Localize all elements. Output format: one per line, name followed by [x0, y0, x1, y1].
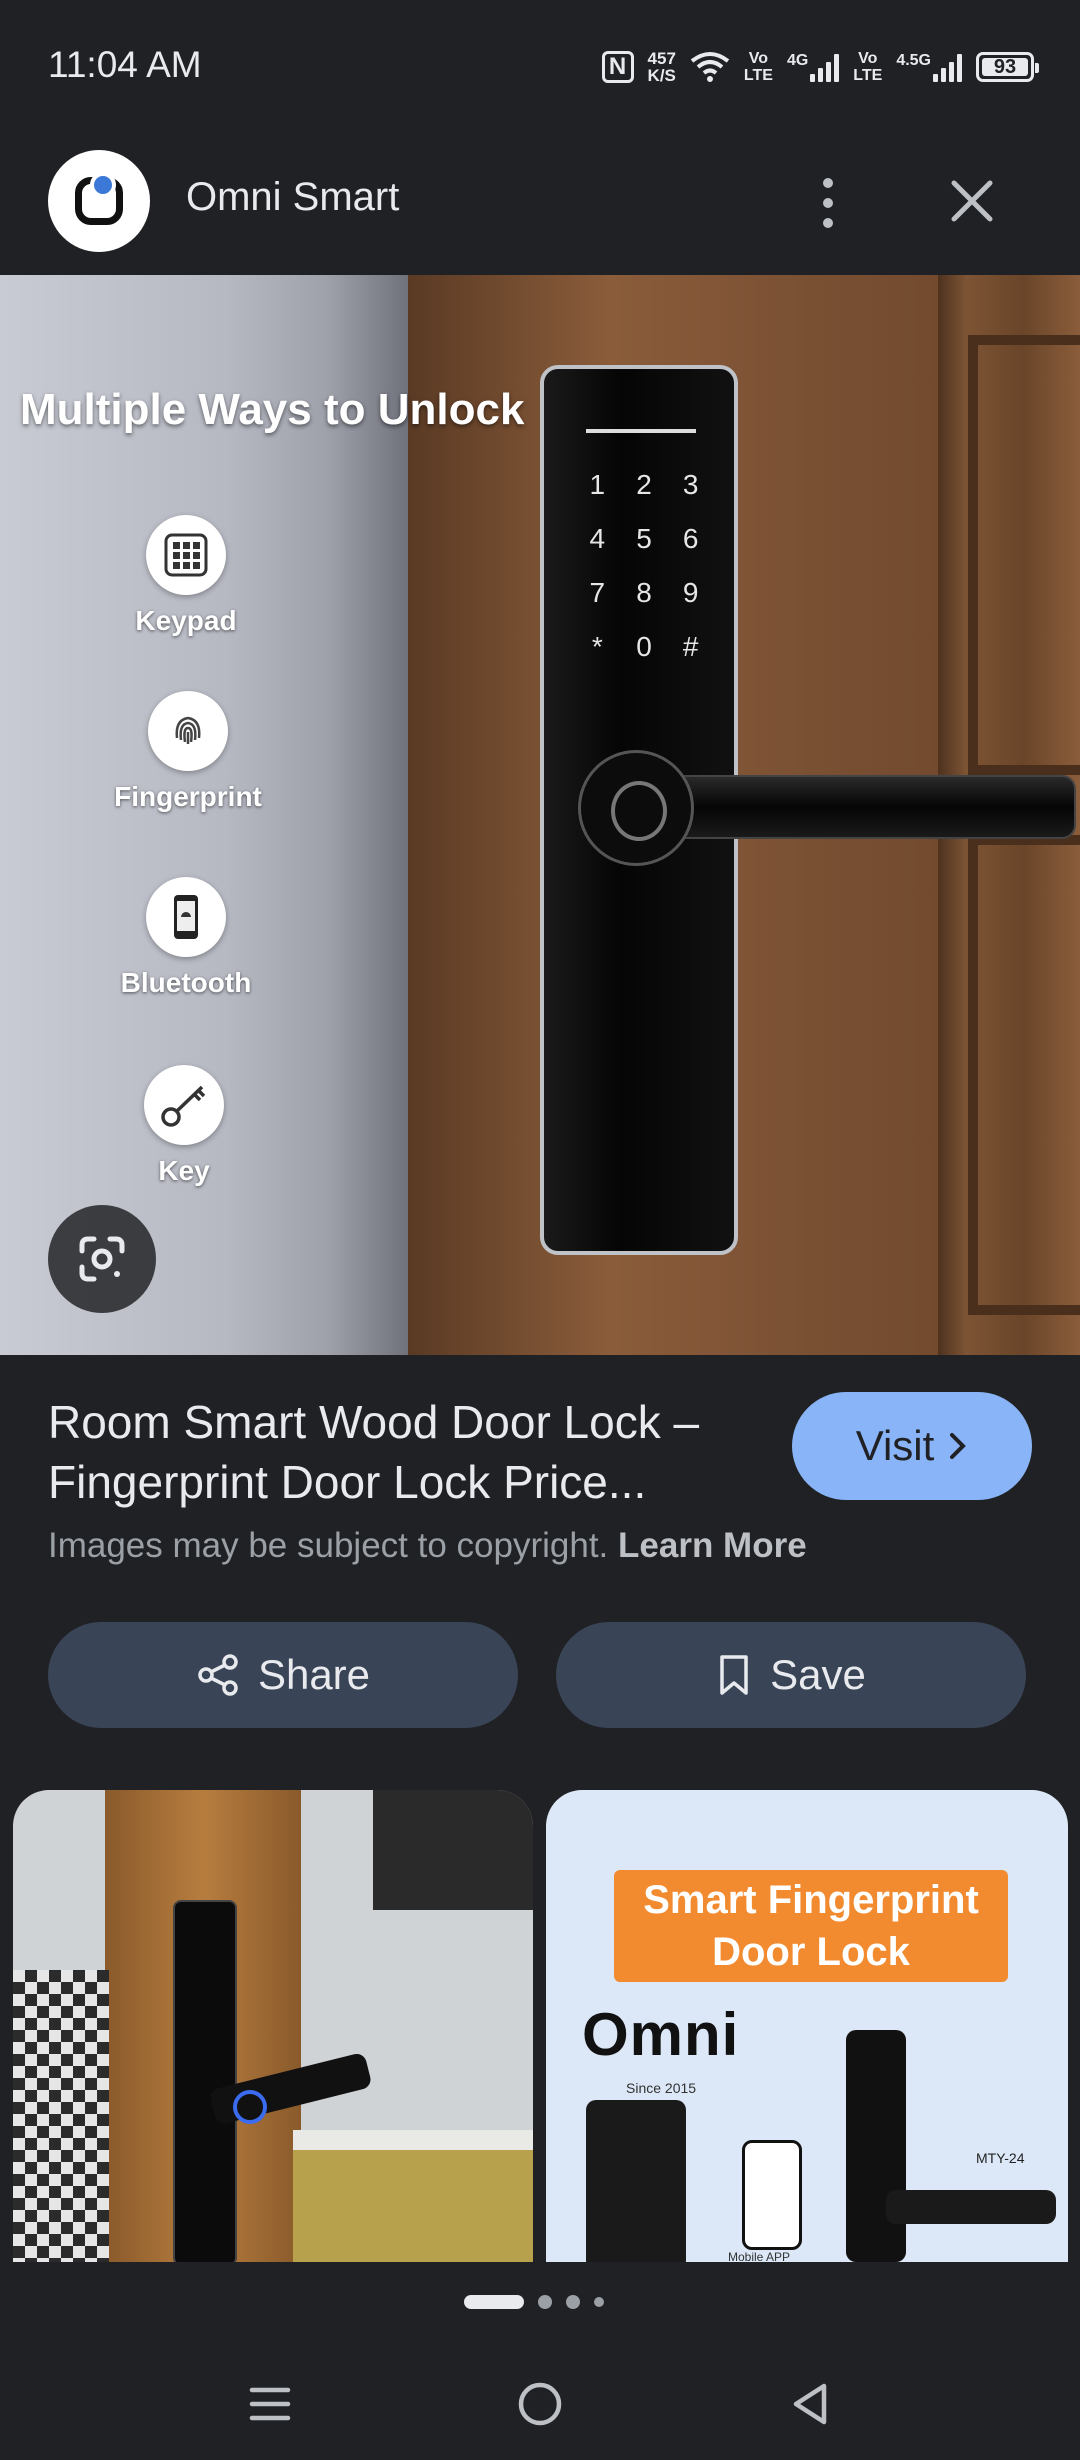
lock-fingerprint-reader [578, 750, 694, 866]
google-lens-button[interactable] [48, 1205, 156, 1313]
fingerprint-icon [148, 691, 228, 771]
more-vert-icon [823, 178, 833, 188]
back-button[interactable] [770, 2364, 850, 2444]
more-options-button[interactable] [808, 165, 848, 241]
status-time: 11:04 AM [48, 44, 202, 85]
related-banner: Smart Fingerprint Door Lock [614, 1870, 1008, 1982]
key-icon [144, 1065, 224, 1145]
unlock-method-bluetooth: Bluetooth [106, 877, 266, 999]
volte-icon-2: Vo LTE [853, 50, 882, 84]
unlock-method-fingerprint: Fingerprint [108, 691, 268, 813]
network-type-4g: 4G [786, 52, 809, 69]
signal-bars-icon [810, 52, 840, 82]
learn-more-link[interactable]: Learn More [618, 1526, 807, 1565]
site-logo-icon[interactable] [48, 150, 150, 252]
banner-line-2: Door Lock [712, 1930, 910, 1974]
related-device-1 [586, 2100, 686, 2262]
page-dot [594, 2297, 604, 2307]
keypad-icon [146, 515, 226, 595]
copyright-notice: Images may be subject to copyright. Lear… [48, 1526, 807, 1566]
network-type-45g: 4.5G [896, 52, 931, 69]
battery-level: 93 [993, 55, 1017, 78]
related-brand: Omni [582, 2001, 740, 2068]
unlock-label-key: Key [158, 1155, 210, 1186]
image-headline: Multiple Ways to Unlock [20, 385, 525, 434]
page-dot [538, 2295, 552, 2309]
status-bar: 11:04 AM N 457 K/S Vo LTE 4G Vo LTE 4.5G [0, 0, 1080, 135]
close-button[interactable] [940, 169, 1004, 233]
keypad-key: 8 [636, 577, 652, 608]
keypad-key: 3 [682, 469, 699, 500]
main-image[interactable]: Multiple Ways to Unlock Keypad Fingerpri… [0, 275, 1080, 1355]
keypad-key: 7 [589, 577, 606, 608]
menu-icon [249, 2387, 291, 2421]
site-name[interactable]: Omni Smart [186, 175, 399, 220]
volte-1-bottom: LTE [743, 67, 773, 84]
copyright-text: Images may be subject to copyright. [48, 1526, 609, 1565]
lock-sensor-line [586, 429, 696, 433]
keypad-key: 5 [636, 523, 652, 554]
keypad-key: 1 [589, 469, 606, 500]
volte-2-bottom: LTE [853, 67, 883, 84]
chevron-right-icon [950, 1433, 967, 1459]
page-dot-active [464, 2295, 524, 2309]
share-icon [198, 1654, 238, 1696]
battery-icon: 93 [976, 52, 1039, 82]
related-model: MTY-24 [976, 2150, 1025, 2166]
share-label: Share [257, 1651, 371, 1698]
unlock-label-bluetooth: Bluetooth [120, 967, 252, 998]
keypad-key: 4 [589, 523, 606, 554]
unlock-label-fingerprint: Fingerprint [114, 781, 262, 812]
keypad-key: # [682, 631, 699, 662]
keypad-key: 6 [682, 523, 699, 554]
volte-1-top: Vo [748, 50, 769, 67]
related-device-2 [846, 2030, 906, 2262]
lock-lever [640, 775, 1076, 839]
page-dot [566, 2295, 580, 2309]
bookmark-icon [720, 1655, 748, 1695]
keypad-key: 0 [636, 631, 652, 662]
back-triangle-icon [793, 2383, 827, 2425]
system-nav-bar [0, 2340, 1080, 2460]
recents-button[interactable] [230, 2364, 310, 2444]
banner-line-1: Smart Fingerprint [643, 1878, 979, 1922]
result-title[interactable]: Room Smart Wood Door Lock – Fingerprint … [48, 1392, 748, 1512]
bluetooth-phone-icon [146, 877, 226, 957]
signal-45g: 4.5G [896, 52, 962, 82]
home-button[interactable] [500, 2364, 580, 2444]
lock-keypad: 1 2 3 4 5 6 7 8 9 * 0 # [574, 469, 714, 663]
network-speed-unit: K/S [647, 66, 676, 85]
nfc-icon: N [601, 51, 634, 83]
related-image-1[interactable] [13, 1790, 533, 2262]
keypad-key: 2 [636, 469, 652, 500]
home-circle-icon [518, 2382, 562, 2426]
unlock-label-keypad: Keypad [135, 605, 237, 636]
viewer-header: Omni Smart [0, 135, 1080, 275]
visit-button[interactable]: Visit [792, 1392, 1032, 1500]
related-since: Since 2015 [626, 2080, 697, 2096]
unlock-method-keypad: Keypad [106, 515, 266, 637]
related-app-label: Mobile APP [728, 2250, 791, 2262]
status-icons: N 457 K/S Vo LTE 4G Vo LTE 4.5G 93 [601, 42, 1039, 92]
signal-bars-icon-2 [933, 52, 962, 82]
signal-4g: 4G [786, 52, 840, 82]
wifi-icon [690, 52, 730, 82]
related-phone [742, 2140, 802, 2250]
share-button[interactable]: Share [48, 1622, 518, 1728]
keypad-key: 9 [682, 577, 699, 608]
visit-label: Visit [855, 1422, 935, 1469]
image-wall [0, 275, 410, 1355]
volte-2-top: Vo [858, 50, 878, 67]
network-speed-value: 457 [647, 49, 676, 68]
keypad-key: * [591, 631, 603, 662]
related-image-2[interactable]: Smart Fingerprint Door Lock Omni Since 2… [546, 1790, 1068, 2262]
save-label: Save [770, 1651, 866, 1698]
related-lever [886, 2190, 1056, 2224]
page-indicator [464, 2294, 604, 2310]
unlock-method-key: Key [104, 1065, 264, 1187]
save-button[interactable]: Save [556, 1622, 1026, 1728]
network-speed: 457 K/S [648, 50, 676, 84]
volte-icon-1: Vo LTE [744, 50, 773, 84]
google-lens-icon [79, 1236, 125, 1282]
